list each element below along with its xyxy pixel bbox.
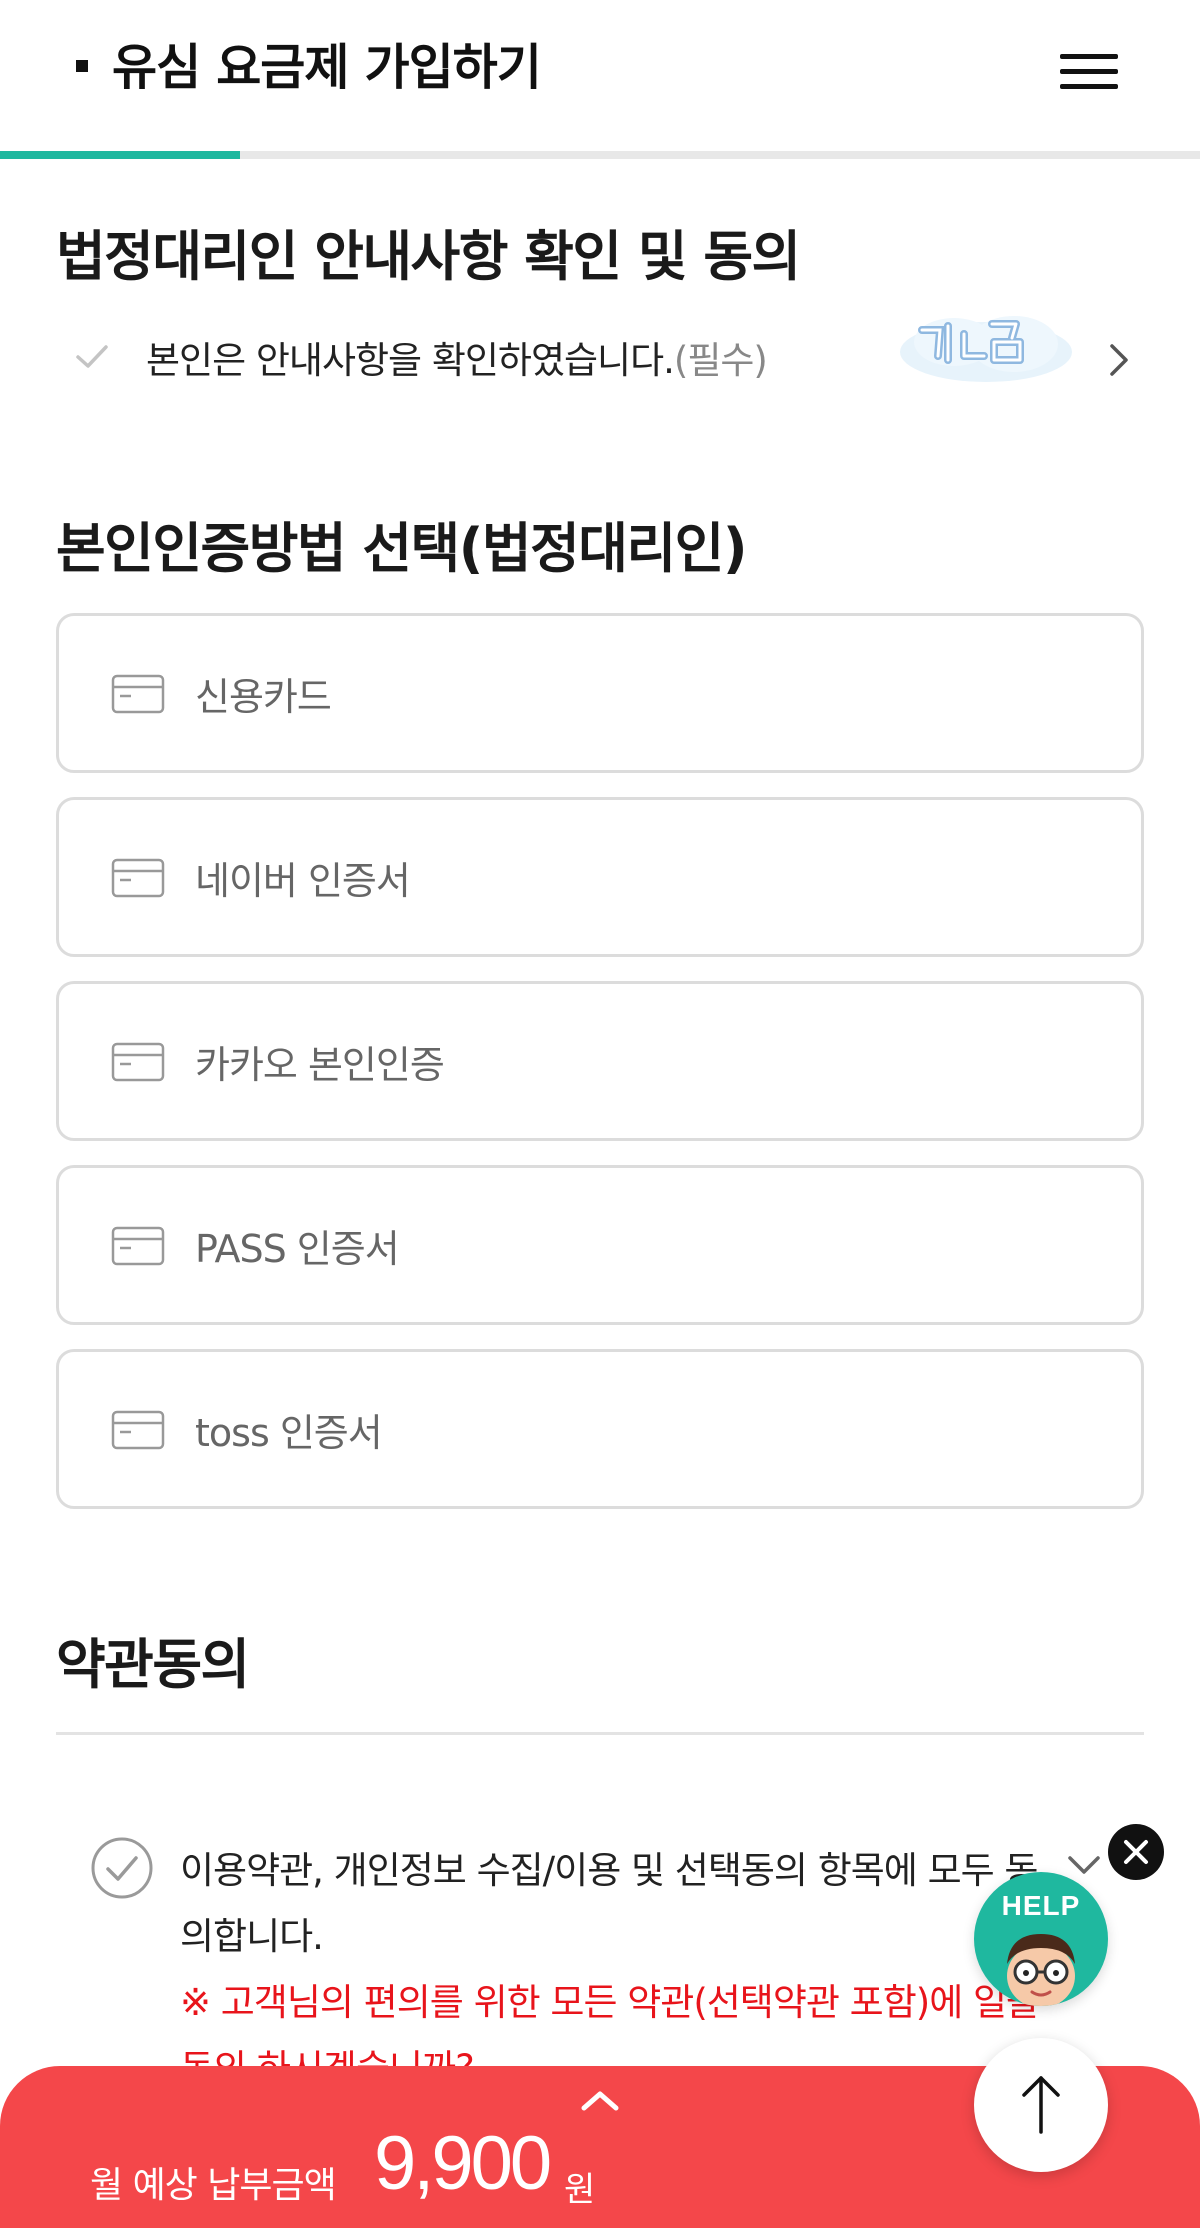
auth-option-pass[interactable]: PASS 인증서 [56,1165,1144,1325]
check-text: 본인은 안내사항을 확인하였습니다. [146,339,675,382]
auth-option-credit-card[interactable]: 신용카드 [56,613,1144,773]
price-value: 9,900 [374,2121,552,2206]
auth-option-toss[interactable]: toss 인증서 [56,1349,1144,1509]
close-x-icon [1124,1840,1148,1864]
auth-option-label: 네이버 인증서 [195,859,411,903]
legal-rep-check-label: 본인은 안내사항을 확인하였습니다.(필수) [146,330,768,384]
auth-option-label: 신용카드 [195,675,332,719]
help-avatar-icon [1007,1934,1075,2006]
auth-option-label: toss 인증서 [195,1411,383,1455]
legal-rep-check-row[interactable]: 본인은 안내사항을 확인하였습니다.(필수) [56,312,1144,402]
chevron-up-icon[interactable] [578,2088,622,2114]
check-icon[interactable] [72,336,112,376]
auth-method-title: 본인인증방법 선택(법정대리인) [56,517,748,580]
mascot-logo-icon [900,316,1072,382]
legal-rep-title: 법정대리인 안내사항 확인 및 동의 [56,225,801,288]
required-label: (필수) [673,339,768,382]
agree-all-label[interactable]: 이용약관, 개인정보 수집/이용 및 선택동의 항목에 모두 동의합니다. [180,1838,1040,1970]
progress-fill [0,151,240,159]
scroll-top-button[interactable] [974,2038,1108,2172]
page-title: 유심 요금제 가입하기 [112,39,542,96]
divider [56,1732,1144,1735]
auth-option-label: 카카오 본인인증 [195,1043,445,1087]
auth-option-label: PASS 인증서 [195,1227,400,1271]
close-icon[interactable] [1108,1824,1164,1880]
card-icon [111,1226,165,1266]
arrow-up-icon [1022,2076,1060,2134]
auth-option-kakao[interactable]: 카카오 본인인증 [56,981,1144,1141]
progress-bar [0,151,1200,159]
agree-all-check-icon[interactable] [90,1836,154,1900]
price-unit: 원 [564,2170,596,2210]
title-bullet [76,60,88,72]
hamburger-menu-icon[interactable] [1060,52,1118,92]
help-button[interactable]: HELP [974,1872,1108,2006]
card-icon [111,674,165,714]
card-icon [111,1042,165,1082]
price-label: 월 예상 납부금액 [90,2165,337,2206]
chevron-right-icon[interactable] [1106,340,1132,380]
card-icon [111,1410,165,1450]
terms-title: 약관동의 [56,1633,250,1696]
page-header: 유심 요금제 가입하기 [0,0,1200,150]
auth-option-naver[interactable]: 네이버 인증서 [56,797,1144,957]
card-icon [111,858,165,898]
